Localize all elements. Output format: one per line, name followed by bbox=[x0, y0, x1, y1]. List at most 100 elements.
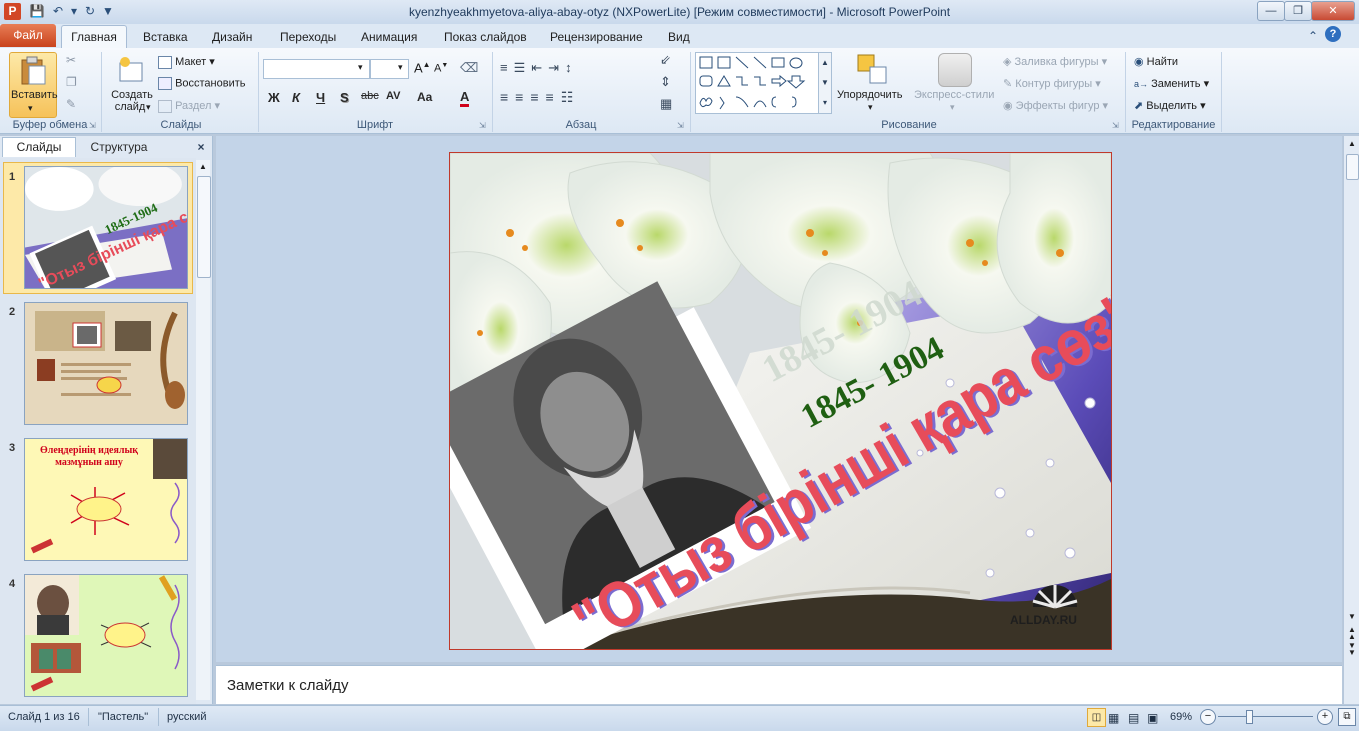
shape-outline-button[interactable]: ✎ Контур фигуры ▾ bbox=[1003, 77, 1101, 90]
bold-button[interactable]: Ж bbox=[268, 90, 280, 105]
replace-button[interactable]: a→ Заменить ▾ bbox=[1134, 77, 1209, 90]
zoom-in-icon[interactable]: + bbox=[1317, 709, 1333, 725]
font-size-combo[interactable] bbox=[370, 59, 409, 79]
underline-button[interactable]: Ч bbox=[316, 90, 325, 105]
tab-home[interactable]: Главная bbox=[61, 25, 127, 49]
tab-file[interactable]: Файл bbox=[0, 24, 56, 47]
strikethrough-button[interactable]: abc bbox=[361, 90, 379, 102]
close-pane-icon[interactable]: × bbox=[194, 138, 208, 156]
format-painter-icon[interactable]: ✎ bbox=[66, 97, 76, 111]
text-direction-icon[interactable]: ⇙ bbox=[660, 52, 671, 68]
align-left-icon[interactable]: ≡ bbox=[500, 89, 515, 105]
italic-button[interactable]: К bbox=[292, 90, 300, 105]
slides-pane-scrollbar[interactable]: ▲ bbox=[196, 160, 211, 700]
change-case-button[interactable]: Aa bbox=[417, 90, 432, 104]
cut-icon[interactable]: ✂ bbox=[66, 53, 76, 67]
zoom-level[interactable]: 69% bbox=[1170, 711, 1192, 723]
maximize-icon[interactable]: ❐ bbox=[1284, 1, 1312, 21]
slide-thumb-2[interactable] bbox=[24, 302, 188, 425]
drawing-launcher-icon[interactable]: ⇲ bbox=[1112, 121, 1119, 130]
tab-view[interactable]: Вид bbox=[668, 28, 690, 46]
new-slide-button[interactable]: Создать bbox=[110, 89, 154, 101]
current-slide[interactable]: 1845- 1904 1845- 1904 "Отыз бірінші қара… bbox=[449, 152, 1112, 650]
smartart-icon[interactable]: ▦ bbox=[660, 96, 672, 112]
paste-button[interactable]: Вставить ▾ bbox=[9, 52, 58, 118]
grow-font-icon[interactable]: A▲ bbox=[414, 60, 431, 75]
copy-icon[interactable]: ❐ bbox=[66, 75, 77, 89]
language-indicator[interactable]: русский bbox=[167, 711, 206, 723]
reading-view-icon[interactable]: ▤ bbox=[1128, 711, 1139, 725]
columns-icon[interactable]: ☷ bbox=[561, 89, 581, 105]
increase-indent-icon[interactable]: ⇥ bbox=[548, 60, 565, 75]
shapes-gallery-scroll[interactable]: ▲ ▼ ▾ bbox=[818, 52, 832, 114]
slide-sorter-icon[interactable]: ▦ bbox=[1108, 711, 1119, 725]
normal-view-icon[interactable]: ◫ bbox=[1087, 708, 1106, 727]
shape-effects-button[interactable]: ◉ Эффекты фигур ▾ bbox=[1003, 99, 1108, 112]
char-spacing-button[interactable]: AV bbox=[386, 90, 400, 102]
tab-animation[interactable]: Анимация bbox=[361, 28, 417, 46]
align-right-icon[interactable]: ≡ bbox=[530, 89, 545, 105]
slide-thumb-4[interactable] bbox=[24, 574, 188, 697]
align-center-icon[interactable]: ≡ bbox=[515, 89, 530, 105]
next-slide-icon[interactable]: ▼ ▼ bbox=[1345, 642, 1359, 657]
tab-transitions[interactable]: Переходы bbox=[280, 28, 336, 46]
arrange-button[interactable]: Упорядочить bbox=[837, 89, 902, 101]
font-name-dropdown-icon[interactable]: ▾ bbox=[358, 62, 363, 73]
align-text-icon[interactable]: ⇕ bbox=[660, 74, 671, 90]
previous-slide-icon[interactable]: ▲ ▲ bbox=[1345, 626, 1359, 641]
quick-styles-dropdown-icon[interactable]: ▾ bbox=[950, 102, 955, 113]
shrink-font-icon[interactable]: A▼ bbox=[434, 62, 448, 75]
numbering-icon[interactable]: ☰ bbox=[514, 60, 532, 75]
find-button[interactable]: ◉ Найти bbox=[1134, 55, 1178, 68]
shadow-button[interactable]: S bbox=[340, 90, 349, 105]
bullets-icon[interactable]: ≡ bbox=[500, 60, 514, 75]
help-icon[interactable]: ? bbox=[1325, 26, 1341, 42]
layout-button[interactable]: Макет ▾ bbox=[158, 55, 215, 69]
shapes-gallery[interactable] bbox=[695, 52, 819, 114]
scroll-thumb[interactable] bbox=[1346, 154, 1359, 180]
reset-icon bbox=[158, 77, 172, 90]
reset-button[interactable]: Восстановить bbox=[158, 77, 246, 90]
line-spacing-icon[interactable]: ↕ bbox=[565, 60, 578, 75]
decrease-indent-icon[interactable]: ⇤ bbox=[531, 60, 548, 75]
select-button[interactable]: ⬈ Выделить ▾ bbox=[1134, 99, 1206, 112]
scroll-up-icon[interactable]: ▲ bbox=[196, 160, 210, 174]
slideshow-icon[interactable]: ▣ bbox=[1147, 711, 1158, 725]
slide-thumb-3[interactable]: Өлеңдерінің идеялық мазмұнын ашу bbox=[24, 438, 188, 561]
clipboard-launcher-icon[interactable]: ⇲ bbox=[89, 121, 96, 130]
font-name-combo[interactable] bbox=[263, 59, 370, 79]
slide-thumb-1[interactable]: 1845-1904 "Отыз бірінші қара сөз" bbox=[24, 166, 188, 289]
tab-outline-pane[interactable]: Структура bbox=[78, 138, 160, 156]
justify-icon[interactable]: ≡ bbox=[546, 89, 561, 105]
collapse-ribbon-icon[interactable]: ⌃ bbox=[1308, 29, 1318, 43]
editor-scrollbar[interactable]: ▲ ▼ ▲ ▲ ▼ ▼ bbox=[1343, 136, 1359, 704]
tab-review[interactable]: Рецензирование bbox=[550, 28, 643, 46]
tab-slideshow[interactable]: Показ слайдов bbox=[444, 28, 527, 46]
notes-placeholder[interactable]: Заметки к слайду bbox=[227, 677, 349, 694]
arrange-dropdown-icon[interactable]: ▾ bbox=[868, 102, 873, 113]
scroll-down-icon[interactable]: ▼ bbox=[1345, 610, 1359, 624]
theme-name[interactable]: "Пастель" bbox=[98, 711, 148, 723]
font-size-dropdown-icon[interactable]: ▾ bbox=[398, 62, 403, 73]
zoom-out-icon[interactable]: − bbox=[1200, 709, 1216, 725]
font-color-button[interactable]: A bbox=[460, 90, 470, 107]
clear-format-icon[interactable]: ⌫ bbox=[460, 60, 478, 76]
scroll-thumb[interactable] bbox=[197, 176, 211, 278]
quick-styles-button[interactable]: Экспресс-стили bbox=[914, 89, 994, 101]
zoom-slider-track[interactable] bbox=[1218, 716, 1313, 717]
new-slide-button-line2[interactable]: слайд bbox=[110, 101, 150, 113]
tab-insert[interactable]: Вставка bbox=[143, 28, 188, 46]
new-slide-dropdown-icon[interactable]: ▾ bbox=[146, 102, 151, 113]
minimize-icon[interactable]: — bbox=[1257, 1, 1285, 21]
shape-fill-button[interactable]: ◈ Заливка фигуры ▾ bbox=[1003, 55, 1107, 68]
font-launcher-icon[interactable]: ⇲ bbox=[479, 121, 486, 130]
fit-to-window-icon[interactable]: ⧉ bbox=[1338, 708, 1356, 726]
notes-pane[interactable] bbox=[216, 665, 1342, 704]
scroll-up-icon[interactable]: ▲ bbox=[1345, 137, 1359, 151]
section-button[interactable]: Раздел ▾ bbox=[158, 99, 220, 113]
paragraph-launcher-icon[interactable]: ⇲ bbox=[677, 121, 684, 130]
tab-slides-pane[interactable]: Слайды bbox=[2, 137, 76, 157]
zoom-slider-thumb[interactable] bbox=[1246, 710, 1253, 724]
tab-design[interactable]: Дизайн bbox=[212, 28, 252, 46]
close-window-icon[interactable]: ✕ bbox=[1311, 1, 1355, 21]
